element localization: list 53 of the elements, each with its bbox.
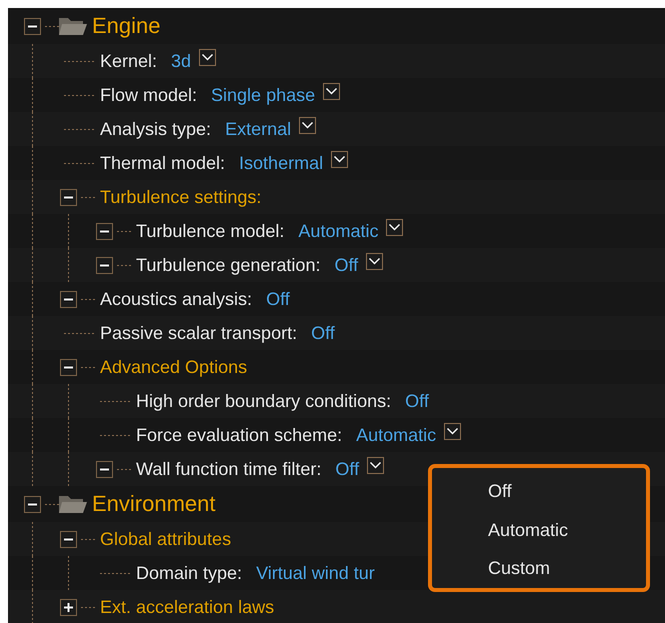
collapse-toggle-icon[interactable] — [60, 290, 77, 308]
setting-value[interactable]: Automatic — [356, 424, 436, 446]
dropdown-chevron-icon[interactable] — [444, 422, 462, 440]
setting-value[interactable]: Single phase — [211, 84, 316, 106]
setting-label: Turbulence model: — [136, 220, 284, 242]
setting-label: Wall function time filter: — [136, 458, 322, 480]
category-label[interactable]: Environment — [92, 491, 216, 517]
group-label[interactable]: Turbulence settings: — [100, 186, 262, 208]
setting-label: High order boundary conditions: — [136, 390, 392, 412]
collapse-toggle-icon[interactable] — [24, 18, 41, 34]
setting-value[interactable]: Off — [266, 288, 290, 310]
collapse-toggle-icon[interactable] — [60, 188, 77, 206]
setting-value[interactable]: Off — [311, 322, 335, 344]
setting-value[interactable]: 3d — [171, 50, 192, 72]
dropdown-chevron-icon[interactable] — [323, 82, 340, 100]
setting-value[interactable]: Off — [405, 390, 429, 412]
dropdown-chevron-icon[interactable] — [199, 48, 216, 66]
setting-value[interactable]: Off — [334, 254, 358, 276]
setting-label: Kernel: — [100, 50, 158, 72]
group-label[interactable]: Global attributes — [100, 528, 232, 550]
collapse-toggle-icon[interactable] — [96, 256, 113, 274]
group-label[interactable]: Ext. acceleration laws — [100, 596, 274, 618]
menu-item[interactable]: Off — [488, 472, 512, 511]
menu-item[interactable]: Automatic — [488, 510, 568, 550]
setting-label: Thermal model: — [100, 152, 226, 174]
folder-icon — [58, 15, 88, 37]
dropdown-chevron-icon[interactable] — [366, 252, 384, 270]
setting-label: Domain type: — [136, 562, 242, 584]
collapse-toggle-icon[interactable] — [60, 358, 77, 376]
setting-label: Analysis type: — [100, 118, 212, 140]
setting-value[interactable]: Automatic — [298, 220, 378, 242]
dropdown-chevron-icon[interactable] — [386, 218, 404, 236]
collapse-toggle-icon[interactable] — [96, 460, 113, 478]
setting-label: Flow model: — [100, 84, 198, 106]
collapse-toggle-icon[interactable] — [24, 496, 41, 512]
setting-label: Passive scalar transport: — [100, 322, 298, 344]
setting-value[interactable]: Off — [335, 458, 360, 480]
collapse-toggle-icon[interactable] — [96, 222, 113, 240]
collapse-toggle-icon[interactable] — [60, 598, 77, 616]
dropdown-chevron-icon[interactable] — [367, 456, 384, 474]
setting-label: Acoustics analysis: — [100, 288, 252, 310]
category-label[interactable]: Engine — [92, 13, 161, 39]
group-label[interactable]: Advanced Options — [100, 356, 248, 378]
setting-value[interactable]: Virtual wind tur — [256, 562, 375, 584]
dropdown-chevron-icon[interactable] — [331, 150, 348, 168]
folder-icon — [58, 493, 88, 515]
setting-value[interactable]: External — [225, 118, 292, 140]
dropdown-chevron-icon[interactable] — [299, 116, 316, 134]
menu-item[interactable]: Custom — [488, 549, 550, 588]
setting-label: Turbulence generation: — [136, 254, 320, 276]
setting-label: Force evaluation scheme: — [136, 424, 342, 446]
setting-value[interactable]: Isothermal — [239, 152, 324, 174]
collapse-toggle-icon[interactable] — [60, 530, 77, 548]
